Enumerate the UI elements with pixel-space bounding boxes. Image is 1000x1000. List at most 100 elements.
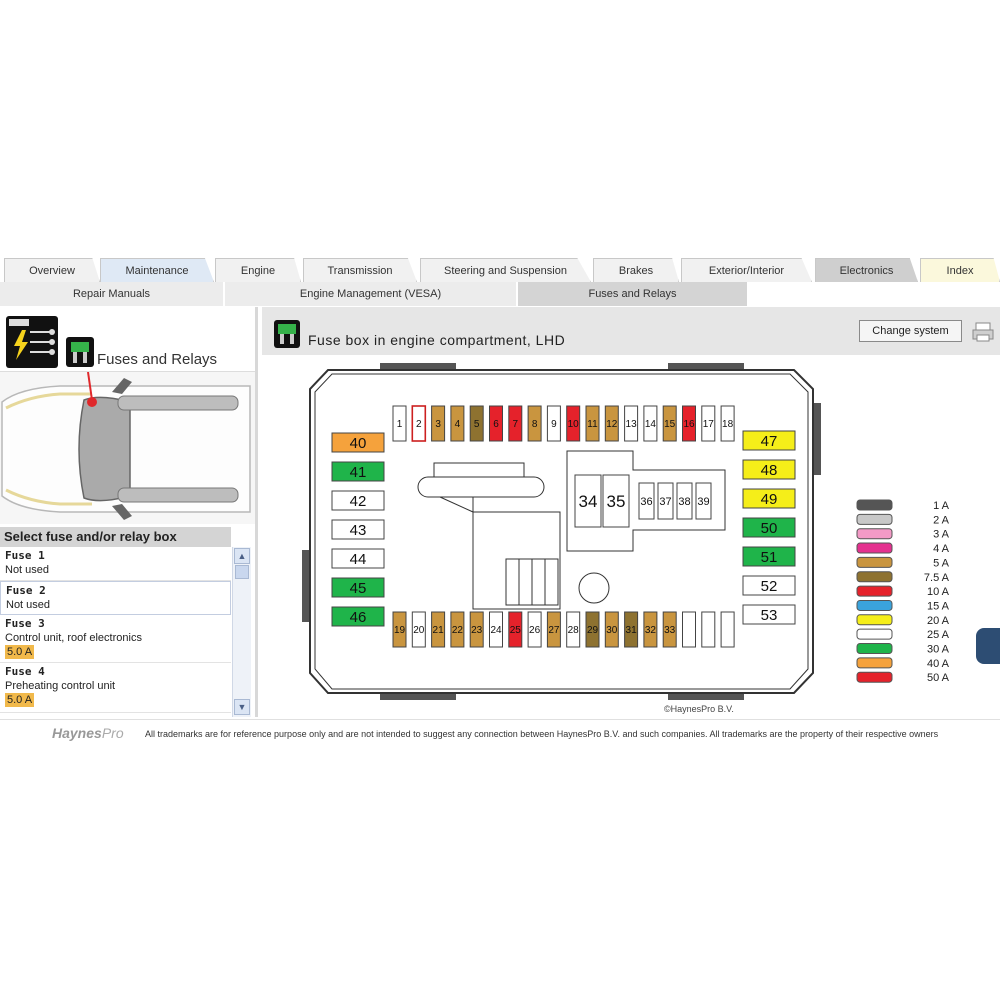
relay-37[interactable]: 37 [657,482,674,520]
fuse-8[interactable]: 8 [527,405,542,442]
fuse-32[interactable]: 32 [643,611,658,648]
list-item[interactable]: Fuse 1 Not used [0,547,231,581]
fuse-26[interactable]: 26 [527,611,542,648]
fuse-41[interactable]: 41 [331,461,385,482]
fuse-6[interactable]: 6 [489,405,503,442]
fuse-1[interactable]: 1 [392,405,407,442]
scroll-up-icon[interactable]: ▲ [234,548,250,564]
select-box-heading: Select fuse and/or relay box [0,527,231,547]
subtab-fuses-relays[interactable]: Fuses and Relays [518,282,748,306]
fuse-7[interactable]: 7 [508,405,523,442]
fuse-52[interactable]: 52 [742,575,796,596]
fuse-number-label: 8 [532,419,538,430]
fuse-29[interactable]: 29 [585,611,600,648]
fuse-number-label: 20 [413,625,425,636]
fuse-48[interactable]: 48 [742,459,796,480]
fuse-number-label: 48 [761,462,778,479]
fuse-4[interactable]: 4 [450,405,465,442]
fuse-44[interactable]: 44 [331,548,385,569]
print-icon[interactable] [972,321,994,343]
fuse-49[interactable]: 49 [742,488,796,509]
fuse-number-label: 43 [350,522,367,539]
fuse-30[interactable]: 30 [604,611,619,648]
fuse-20[interactable]: 20 [411,611,426,648]
fuse-blank[interactable] [720,611,735,648]
fuse-list-scrollbar[interactable]: ▲ ▼ [232,547,251,717]
fuse-43[interactable]: 43 [331,519,385,540]
haynespro-logo: HaynesPro [52,725,124,741]
fuse-description: Preheating control unit [5,680,116,692]
fuse-24[interactable]: 24 [489,611,503,648]
scroll-thumb[interactable] [235,565,249,579]
fuse-blank[interactable] [682,611,696,648]
relay-36[interactable]: 36 [638,482,655,520]
tab-index[interactable]: Index [920,258,1000,282]
fuse-number-label: 4 [455,419,461,430]
fuse-50[interactable]: 50 [742,517,796,538]
change-system-button[interactable]: Change system [859,320,962,342]
legend-swatch [856,513,893,525]
fuse-number-label: 50 [761,520,778,537]
tab-engine[interactable]: Engine [215,258,301,282]
fuse-number-label: 14 [645,419,657,430]
fuse-12[interactable]: 12 [604,405,619,442]
relay-38[interactable]: 38 [676,482,693,520]
tab-exterior-interior[interactable]: Exterior/Interior [681,258,812,282]
fuse-2[interactable]: 2 [411,405,427,442]
fuse-11[interactable]: 11 [585,405,600,442]
fuse-45[interactable]: 45 [331,577,385,598]
fuse-22[interactable]: 22 [450,611,465,648]
fuse-14[interactable]: 14 [643,405,658,442]
fuse-5[interactable]: 5 [469,405,484,442]
relay-35[interactable]: 35 [602,474,630,528]
fuse-25[interactable]: 25 [508,611,523,648]
side-panel-toggle[interactable] [976,628,1000,664]
fuse-47[interactable]: 47 [742,430,796,451]
fuse-27[interactable]: 27 [546,611,561,648]
legend-label: 30 A [927,644,950,656]
fuse-3[interactable]: 3 [431,405,446,442]
fuse-31[interactable]: 31 [624,611,639,648]
relay-39[interactable]: 39 [695,482,712,520]
car-location-view [0,371,255,524]
fuse-23[interactable]: 23 [469,611,484,648]
fuse-33[interactable]: 33 [662,611,677,648]
tab-steering-suspension[interactable]: Steering and Suspension [420,258,591,282]
fuse-28[interactable]: 28 [566,611,581,648]
fuse-9[interactable]: 9 [546,405,561,442]
tab-brakes[interactable]: Brakes [593,258,679,282]
fuse-18[interactable]: 18 [720,405,735,442]
fuse-40[interactable]: 40 [331,432,385,453]
fuse-51[interactable]: 51 [742,546,796,567]
fuse-icon [274,320,300,348]
fuse-10[interactable]: 10 [566,405,581,442]
subtab-repair-manuals[interactable]: Repair Manuals [0,282,224,306]
fuse-19[interactable]: 19 [392,611,407,648]
legend-label: 5 A [933,557,950,569]
fuse-15[interactable]: 15 [662,405,677,442]
tab-overview[interactable]: Overview [4,258,100,282]
fuse-number-label: 45 [350,580,367,597]
tab-maintenance[interactable]: Maintenance [100,258,214,282]
fuse-number-label: 21 [433,625,445,636]
legend-item: 15 A [856,599,950,612]
list-item[interactable]: Fuse 4 Preheating control unit 5.0 A [0,663,231,713]
fuse-46[interactable]: 46 [331,606,385,627]
fuse-16[interactable]: 16 [682,405,696,442]
tab-electronics[interactable]: Electronics [815,258,918,282]
tab-transmission[interactable]: Transmission [303,258,417,282]
fuse-42[interactable]: 42 [331,490,385,511]
fuse-13[interactable]: 13 [624,405,639,442]
fuse-number-label: 23 [471,625,483,636]
scroll-down-icon[interactable]: ▼ [234,699,250,715]
fuse-21[interactable]: 21 [431,611,446,648]
list-item[interactable]: Fuse 2 Not used [0,581,231,615]
subtab-engine-management[interactable]: Engine Management (VESA) [225,282,517,306]
legend-swatch [856,571,893,583]
fuse-blank[interactable] [701,611,716,648]
legend-swatch [856,585,893,597]
fuse-53[interactable]: 53 [742,604,796,625]
fuse-17[interactable]: 17 [701,405,716,442]
relay-34[interactable]: 34 [574,474,602,528]
list-item[interactable]: Fuse 3 Control unit, roof electronics 5.… [0,615,231,663]
